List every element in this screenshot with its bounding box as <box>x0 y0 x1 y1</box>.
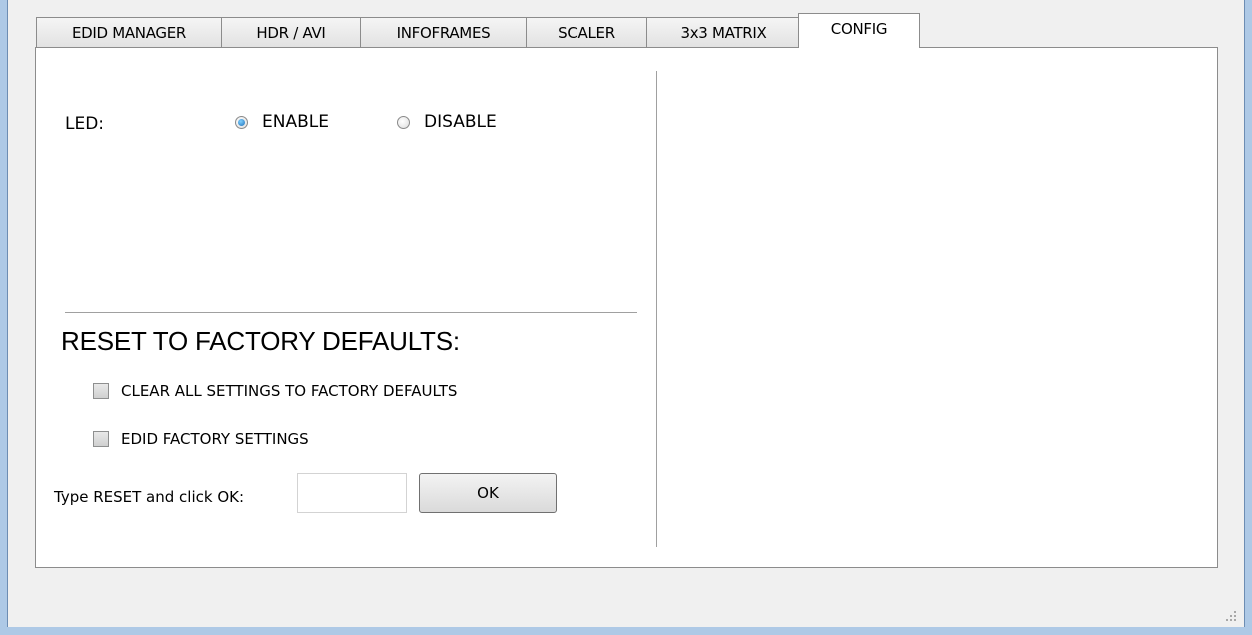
led-label: LED: <box>65 114 105 134</box>
tab-hdr-avi[interactable]: HDR / AVI <box>221 17 361 47</box>
radio-selected-icon <box>235 115 248 129</box>
edid-factory-settings-label: EDID FACTORY SETTINGS <box>121 430 309 448</box>
edid-factory-settings-checkbox[interactable]: EDID FACTORY SETTINGS <box>93 430 309 448</box>
checkbox-icon <box>93 431 109 447</box>
tab-infoframes[interactable]: INFOFRAMES <box>360 17 527 47</box>
reset-confirm-input[interactable] <box>297 473 407 513</box>
clear-all-settings-label: CLEAR ALL SETTINGS TO FACTORY DEFAULTS <box>121 382 458 400</box>
ok-button[interactable]: OK <box>419 473 557 513</box>
led-disable-label: DISABLE <box>424 112 497 132</box>
reset-prompt-label: Type RESET and click OK: <box>54 488 245 506</box>
radio-unselected-icon <box>397 115 410 129</box>
resize-grip-icon[interactable] <box>1224 609 1236 621</box>
tab-scaler[interactable]: SCALER <box>526 17 647 47</box>
section-divider <box>65 312 637 313</box>
window-frame-bottom <box>0 627 1252 635</box>
window-frame-left <box>0 0 8 635</box>
tab-3x3-matrix[interactable]: 3x3 MATRIX <box>646 17 801 47</box>
tab-edid-manager[interactable]: EDID MANAGER <box>36 17 222 47</box>
checkbox-icon <box>93 383 109 399</box>
tab-config[interactable]: CONFIG <box>798 13 920 48</box>
config-panel: LED: ENABLE DISABLE RESET TO FACTORY DEF… <box>35 47 1218 568</box>
column-divider <box>656 71 657 547</box>
led-enable-radio[interactable]: ENABLE <box>235 112 329 132</box>
clear-all-settings-checkbox[interactable]: CLEAR ALL SETTINGS TO FACTORY DEFAULTS <box>93 382 457 400</box>
led-disable-radio[interactable]: DISABLE <box>397 112 497 132</box>
led-enable-label: ENABLE <box>262 112 329 132</box>
window-frame-right <box>1244 0 1252 635</box>
reset-heading: RESET TO FACTORY DEFAULTS: <box>61 326 460 356</box>
